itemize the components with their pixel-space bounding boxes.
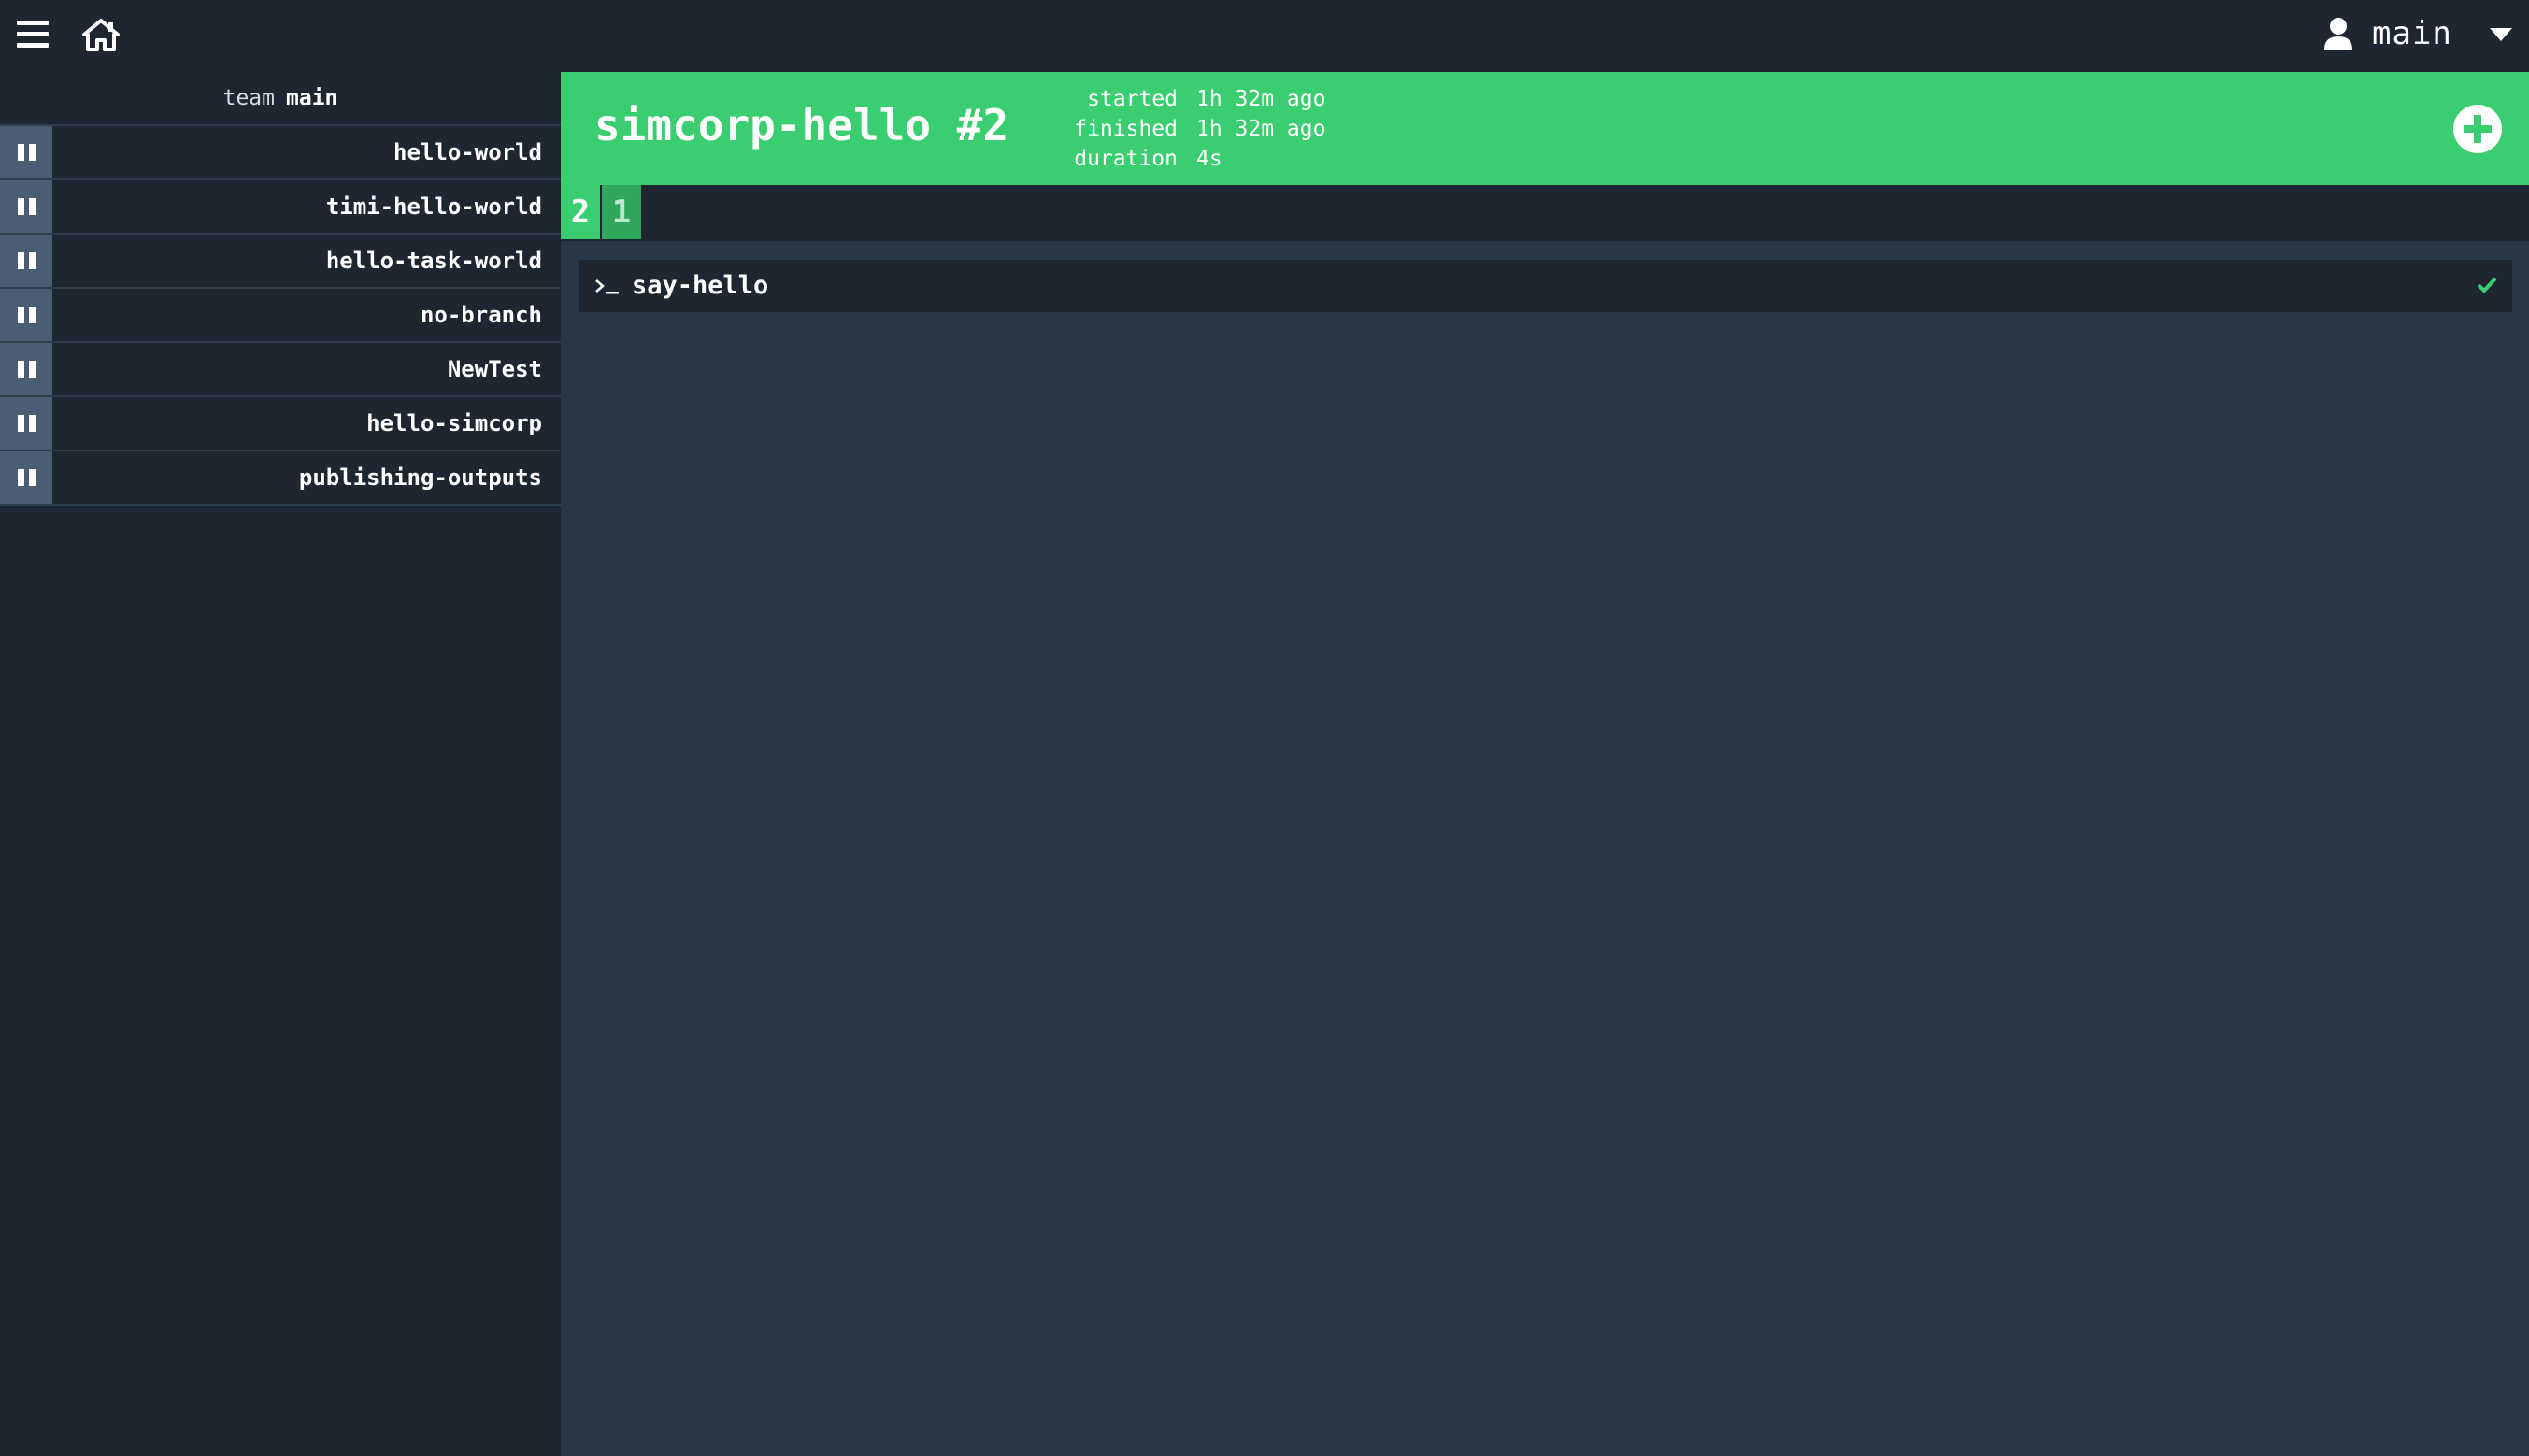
pipeline-name[interactable]: no-branch bbox=[52, 289, 561, 341]
sidebar-pipeline-item[interactable]: hello-world bbox=[0, 126, 561, 180]
pause-button[interactable] bbox=[0, 343, 52, 395]
pause-button[interactable] bbox=[0, 289, 52, 341]
meta-label: finished bbox=[1074, 117, 1178, 141]
pause-icon bbox=[17, 469, 36, 486]
build-title: simcorp-hello #2 bbox=[594, 100, 1009, 150]
check-icon bbox=[2477, 277, 2497, 293]
team-label: team bbox=[222, 86, 275, 110]
pipeline-name[interactable]: hello-simcorp bbox=[52, 397, 561, 450]
task-name: say-hello bbox=[632, 271, 769, 300]
sidebar-pipeline-item[interactable]: hello-simcorp bbox=[0, 397, 561, 451]
sidebar-pipeline-item[interactable]: timi-hello-world bbox=[0, 180, 561, 235]
meta-value: 1h 32m ago bbox=[1196, 117, 1326, 141]
pipeline-name[interactable]: timi-hello-world bbox=[52, 180, 561, 233]
pipeline-name[interactable]: publishing-outputs bbox=[52, 451, 561, 504]
sidebar: team main hello-world timi-hello-world hel… bbox=[0, 72, 561, 1456]
top-bar: main bbox=[0, 0, 2529, 72]
pipeline-list: hello-world timi-hello-world hello-task-wo… bbox=[0, 126, 561, 506]
user-menu[interactable]: main bbox=[2323, 0, 2529, 72]
meta-value: 4s bbox=[1196, 147, 1222, 171]
pause-icon bbox=[17, 361, 36, 378]
plus-circle-icon[interactable] bbox=[2452, 104, 2503, 154]
build-tab-previous[interactable]: 1 bbox=[602, 185, 641, 239]
pipeline-name[interactable]: NewTest bbox=[52, 343, 561, 395]
meta-finished: finished 1h 32m ago bbox=[1069, 114, 1325, 144]
pause-icon bbox=[17, 252, 36, 269]
sidebar-pipeline-item[interactable]: NewTest bbox=[0, 343, 561, 397]
pause-icon bbox=[17, 415, 36, 432]
sidebar-pipeline-item[interactable]: no-branch bbox=[0, 289, 561, 343]
build-meta: started 1h 32m ago finished 1h 32m ago d… bbox=[1069, 84, 1325, 174]
terminal-icon bbox=[595, 279, 619, 294]
build-tabs: 2 1 bbox=[561, 185, 2529, 241]
task-row[interactable]: say-hello bbox=[579, 260, 2512, 312]
team-name: main bbox=[286, 86, 338, 110]
meta-duration: duration 4s bbox=[1069, 144, 1325, 174]
user-icon bbox=[2324, 18, 2352, 50]
build-header: simcorp-hello #2 started 1h 32m ago fini… bbox=[561, 72, 2529, 185]
home-icon[interactable] bbox=[82, 17, 120, 52]
meta-value: 1h 32m ago bbox=[1196, 87, 1326, 111]
pause-icon bbox=[17, 144, 36, 161]
team-header: team main bbox=[0, 72, 561, 126]
pause-button[interactable] bbox=[0, 180, 52, 233]
meta-started: started 1h 32m ago bbox=[1069, 84, 1325, 114]
pause-icon bbox=[17, 198, 36, 215]
hamburger-icon[interactable] bbox=[17, 21, 49, 49]
user-name: main bbox=[2372, 15, 2452, 52]
build-tab-current[interactable]: 2 bbox=[561, 185, 600, 239]
sidebar-pipeline-item[interactable]: publishing-outputs bbox=[0, 451, 561, 506]
pause-button[interactable] bbox=[0, 397, 52, 450]
caret-down-icon[interactable] bbox=[2490, 28, 2512, 41]
meta-label: duration bbox=[1074, 147, 1178, 171]
pipeline-name[interactable]: hello-task-world bbox=[52, 235, 561, 287]
pause-button[interactable] bbox=[0, 235, 52, 287]
pause-icon bbox=[17, 307, 36, 323]
pause-button[interactable] bbox=[0, 451, 52, 504]
sidebar-pipeline-item[interactable]: hello-task-world bbox=[0, 235, 561, 289]
pause-button[interactable] bbox=[0, 126, 52, 178]
meta-label: started bbox=[1087, 87, 1178, 111]
pipeline-name[interactable]: hello-world bbox=[52, 126, 561, 178]
